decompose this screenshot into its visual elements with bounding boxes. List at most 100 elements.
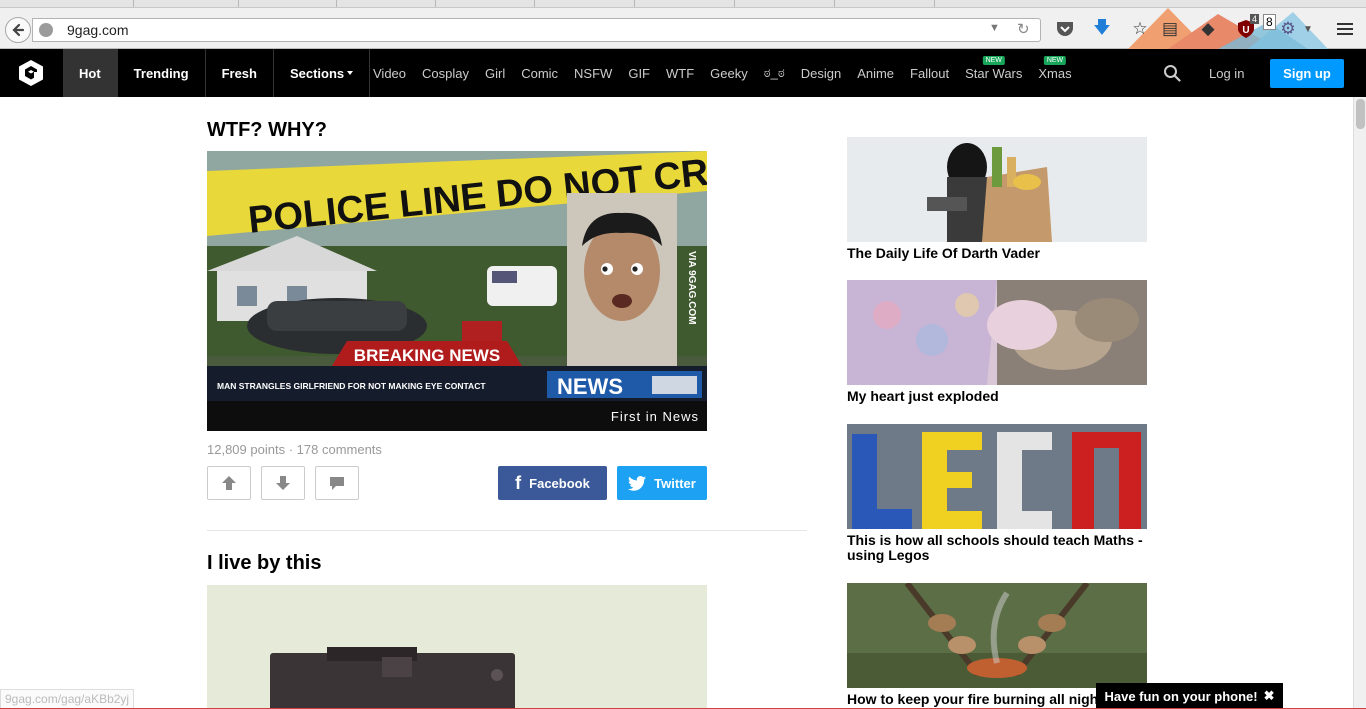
- upvote-button[interactable]: [207, 466, 251, 500]
- back-button[interactable]: [5, 17, 31, 43]
- extension-icon[interactable]: ◆: [1198, 18, 1218, 40]
- reload-icon[interactable]: ↻: [1017, 20, 1030, 38]
- sidebar-thumbnail[interactable]: [847, 424, 1147, 529]
- comments-count[interactable]: 178 comments: [297, 442, 382, 457]
- news-logo-text: NEWS: [557, 374, 623, 399]
- section-link[interactable]: Xmas NEW: [1038, 55, 1072, 81]
- section-link[interactable]: NSFW: [574, 66, 612, 81]
- section-link[interactable]: ಠ_ಠ: [764, 65, 785, 81]
- hard-drive-photo-graphic: [207, 585, 707, 709]
- post-image[interactable]: POLICE LINE DO NOT CROSS VIA 9GAG.COM BR…: [207, 151, 707, 431]
- facebook-icon: f: [515, 472, 522, 493]
- app-promo-text: Have fun on your phone!: [1104, 688, 1258, 704]
- sidebar-thumbnail[interactable]: [847, 137, 1147, 242]
- sidebar-item[interactable]: This is how all schools should teach Mat…: [847, 424, 1147, 563]
- sidebar-caption[interactable]: My heart just exploded: [847, 389, 1147, 404]
- section-label: WTF: [666, 65, 695, 81]
- nav-sections-label: Sections: [289, 65, 345, 81]
- meta-separator: ·: [288, 442, 297, 457]
- section-link[interactable]: Fallout: [910, 66, 949, 81]
- comment-icon: [330, 477, 344, 490]
- ublock-count-badge: 8: [1263, 14, 1276, 30]
- hamburger-menu-icon[interactable]: [1335, 18, 1355, 40]
- overflow-chevron-icon[interactable]: ▼: [1302, 18, 1314, 40]
- browser-tab-strip[interactable]: [0, 0, 1366, 8]
- close-icon[interactable]: ✖: [1264, 688, 1275, 704]
- tab-separator: [834, 0, 835, 7]
- tab-separator: [734, 0, 735, 7]
- pocket-icon[interactable]: [1055, 18, 1075, 40]
- post-meta: 12,809 points · 178 comments: [207, 442, 382, 457]
- post-title[interactable]: WTF? WHY?: [207, 119, 327, 142]
- section-link[interactable]: Girl: [485, 66, 505, 81]
- section-label: GIF: [628, 65, 650, 81]
- section-link[interactable]: Video: [373, 66, 406, 81]
- sidebar-item[interactable]: My heart just exploded: [847, 280, 1147, 404]
- section-link[interactable]: Cosplay: [422, 66, 469, 81]
- nav-hot[interactable]: Hot: [63, 49, 118, 97]
- signup-button[interactable]: Sign up: [1270, 59, 1344, 88]
- nav-trending[interactable]: Trending: [118, 49, 206, 97]
- 9gag-logo[interactable]: [18, 60, 44, 86]
- app-promo-banner[interactable]: Have fun on your phone! ✖: [1096, 683, 1283, 709]
- facebook-label: Facebook: [529, 475, 590, 491]
- section-links: Video Cosplay Girl Comic NSFW GIF WTF Geeky ಠ_ಠ D…: [365, 49, 1080, 97]
- section-link[interactable]: Anime: [857, 66, 894, 81]
- url-text[interactable]: 9gag.com: [67, 22, 128, 38]
- url-dropdown-icon[interactable]: ▼: [989, 22, 1000, 34]
- sidebar-item[interactable]: The Daily Life Of Darth Vader: [847, 137, 1147, 261]
- section-link[interactable]: Comic: [521, 66, 558, 81]
- tab-separator: [435, 0, 436, 7]
- section-link[interactable]: Star Wars NEW: [965, 55, 1023, 81]
- comment-button[interactable]: [315, 466, 359, 500]
- addon-icon[interactable]: ⚙: [1278, 18, 1298, 40]
- arrow-up-icon: [222, 476, 236, 490]
- section-link[interactable]: Design: [801, 66, 841, 81]
- arrow-down-icon: [276, 476, 290, 490]
- post2-image[interactable]: [207, 585, 707, 709]
- section-label: Anime: [857, 65, 895, 81]
- share-facebook-button[interactable]: f Facebook: [498, 466, 607, 500]
- kittens-thumbnail-graphic: [847, 280, 1147, 385]
- lego-thumbnail-graphic: [847, 424, 1147, 529]
- globe-icon: [39, 23, 53, 37]
- search-icon[interactable]: [1163, 64, 1181, 82]
- section-label: Star Wars: [965, 65, 1023, 81]
- twitter-label: Twitter: [654, 475, 696, 491]
- tab-separator: [934, 0, 935, 7]
- url-bar[interactable]: 9gag.com ▼ ↻: [32, 18, 1041, 42]
- sidebar-caption[interactable]: This is how all schools should teach Mat…: [847, 533, 1147, 563]
- nav-fresh[interactable]: Fresh: [206, 49, 274, 97]
- section-link[interactable]: GIF: [628, 66, 650, 81]
- section-label: Video: [373, 65, 407, 81]
- login-link[interactable]: Log in: [1209, 66, 1244, 81]
- points-count[interactable]: 12,809 points: [207, 442, 285, 457]
- post-divider: [207, 530, 807, 531]
- post2-title[interactable]: I live by this: [207, 552, 321, 575]
- scrollbar-thumb[interactable]: [1356, 99, 1365, 129]
- downvote-button[interactable]: [261, 466, 305, 500]
- download-icon[interactable]: 🡇: [1092, 18, 1112, 40]
- theme-decoration: [1128, 8, 1328, 49]
- section-label: Fallout: [910, 65, 950, 81]
- section-label: Xmas: [1038, 65, 1072, 81]
- sidebar-thumbnail[interactable]: [847, 583, 1147, 688]
- new-badge: NEW: [982, 55, 1005, 65]
- section-label: Comic: [521, 65, 559, 81]
- section-link[interactable]: WTF: [666, 66, 694, 81]
- sidebar-caption[interactable]: The Daily Life Of Darth Vader: [847, 246, 1147, 261]
- sidebar-thumbnail[interactable]: [847, 280, 1147, 385]
- bookmark-star-icon[interactable]: ☆: [1130, 18, 1150, 40]
- status-bar-url: 9gag.com/gag/aKBb2yj: [0, 689, 135, 709]
- watermark-text: VIA 9GAG.COM: [686, 251, 697, 325]
- page-scrollbar[interactable]: [1353, 97, 1366, 709]
- section-link[interactable]: Geeky: [710, 66, 748, 81]
- nav-sections[interactable]: Sections: [274, 49, 371, 97]
- breaking-news-text: BREAKING NEWS: [354, 346, 500, 365]
- share-twitter-button[interactable]: Twitter: [617, 466, 707, 500]
- tab-separator: [534, 0, 535, 7]
- section-label: Geeky: [710, 65, 748, 81]
- reading-list-icon[interactable]: ▤: [1160, 18, 1180, 40]
- svg-text:U: U: [1242, 25, 1249, 36]
- nav-hot-label: Hot: [79, 65, 101, 81]
